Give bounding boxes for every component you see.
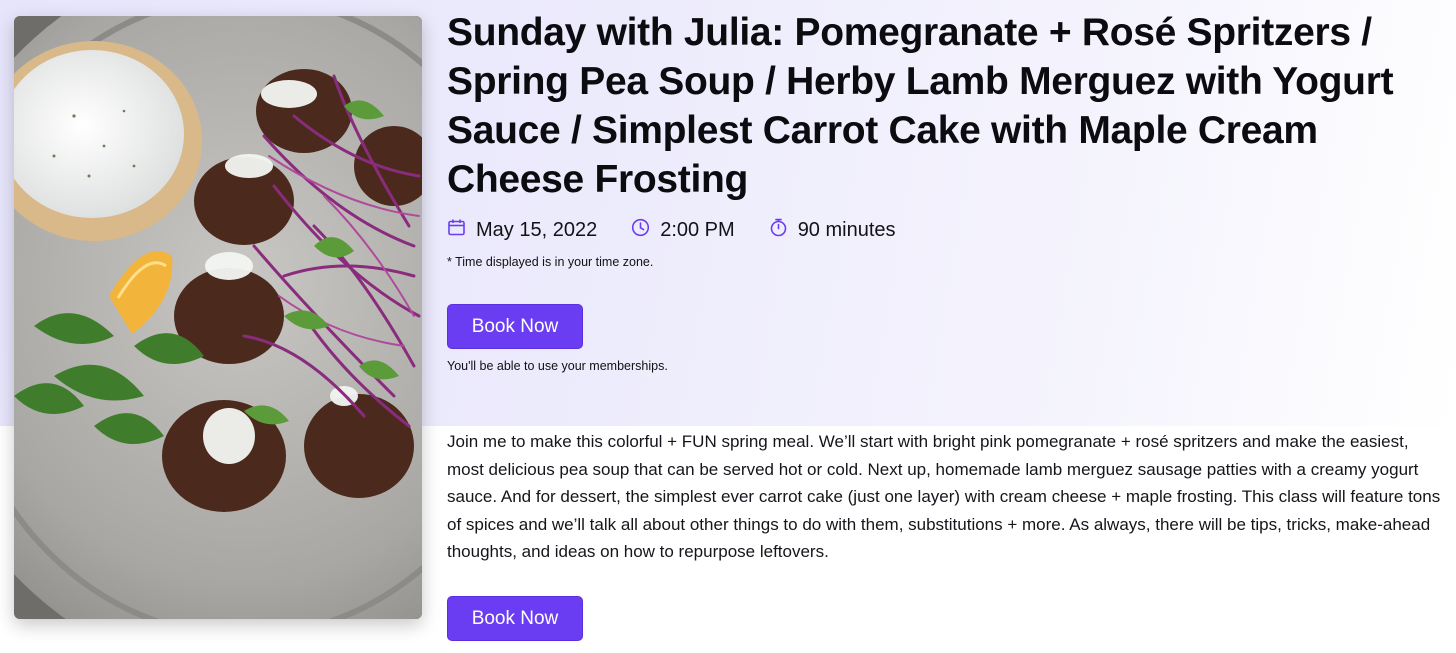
event-title: Sunday with Julia: Pomegranate + Rosé Sp… [447, 11, 1394, 201]
event-date: May 15, 2022 [447, 218, 597, 243]
event-time-text: 2:00 PM [660, 219, 735, 241]
event-date-text: May 15, 2022 [476, 219, 598, 241]
event-duration: 90 minutes [769, 218, 896, 243]
event-photo [14, 16, 422, 619]
event-page: Sunday with Julia: Pomegranate + Rosé Sp… [0, 0, 1456, 653]
membership-note: You'll be able to use your memberships. [447, 359, 668, 373]
book-now-button[interactable]: Book Now [447, 304, 583, 349]
clock-icon [631, 218, 660, 243]
book-now-button-bottom[interactable]: Book Now [447, 596, 583, 641]
event-time: 2:00 PM [631, 218, 735, 243]
event-description: Join me to make this colorful + FUN spri… [447, 432, 1441, 561]
event-header: Sunday with Julia: Pomegranate + Rosé Sp… [447, 8, 1442, 269]
event-meta: May 15, 2022 2:00 PM 90 minutes [447, 218, 1442, 243]
stopwatch-icon [769, 218, 798, 243]
calendar-icon [447, 218, 476, 243]
event-duration-text: 90 minutes [797, 219, 896, 241]
timezone-note: * Time displayed is in your time zone. [447, 255, 654, 269]
